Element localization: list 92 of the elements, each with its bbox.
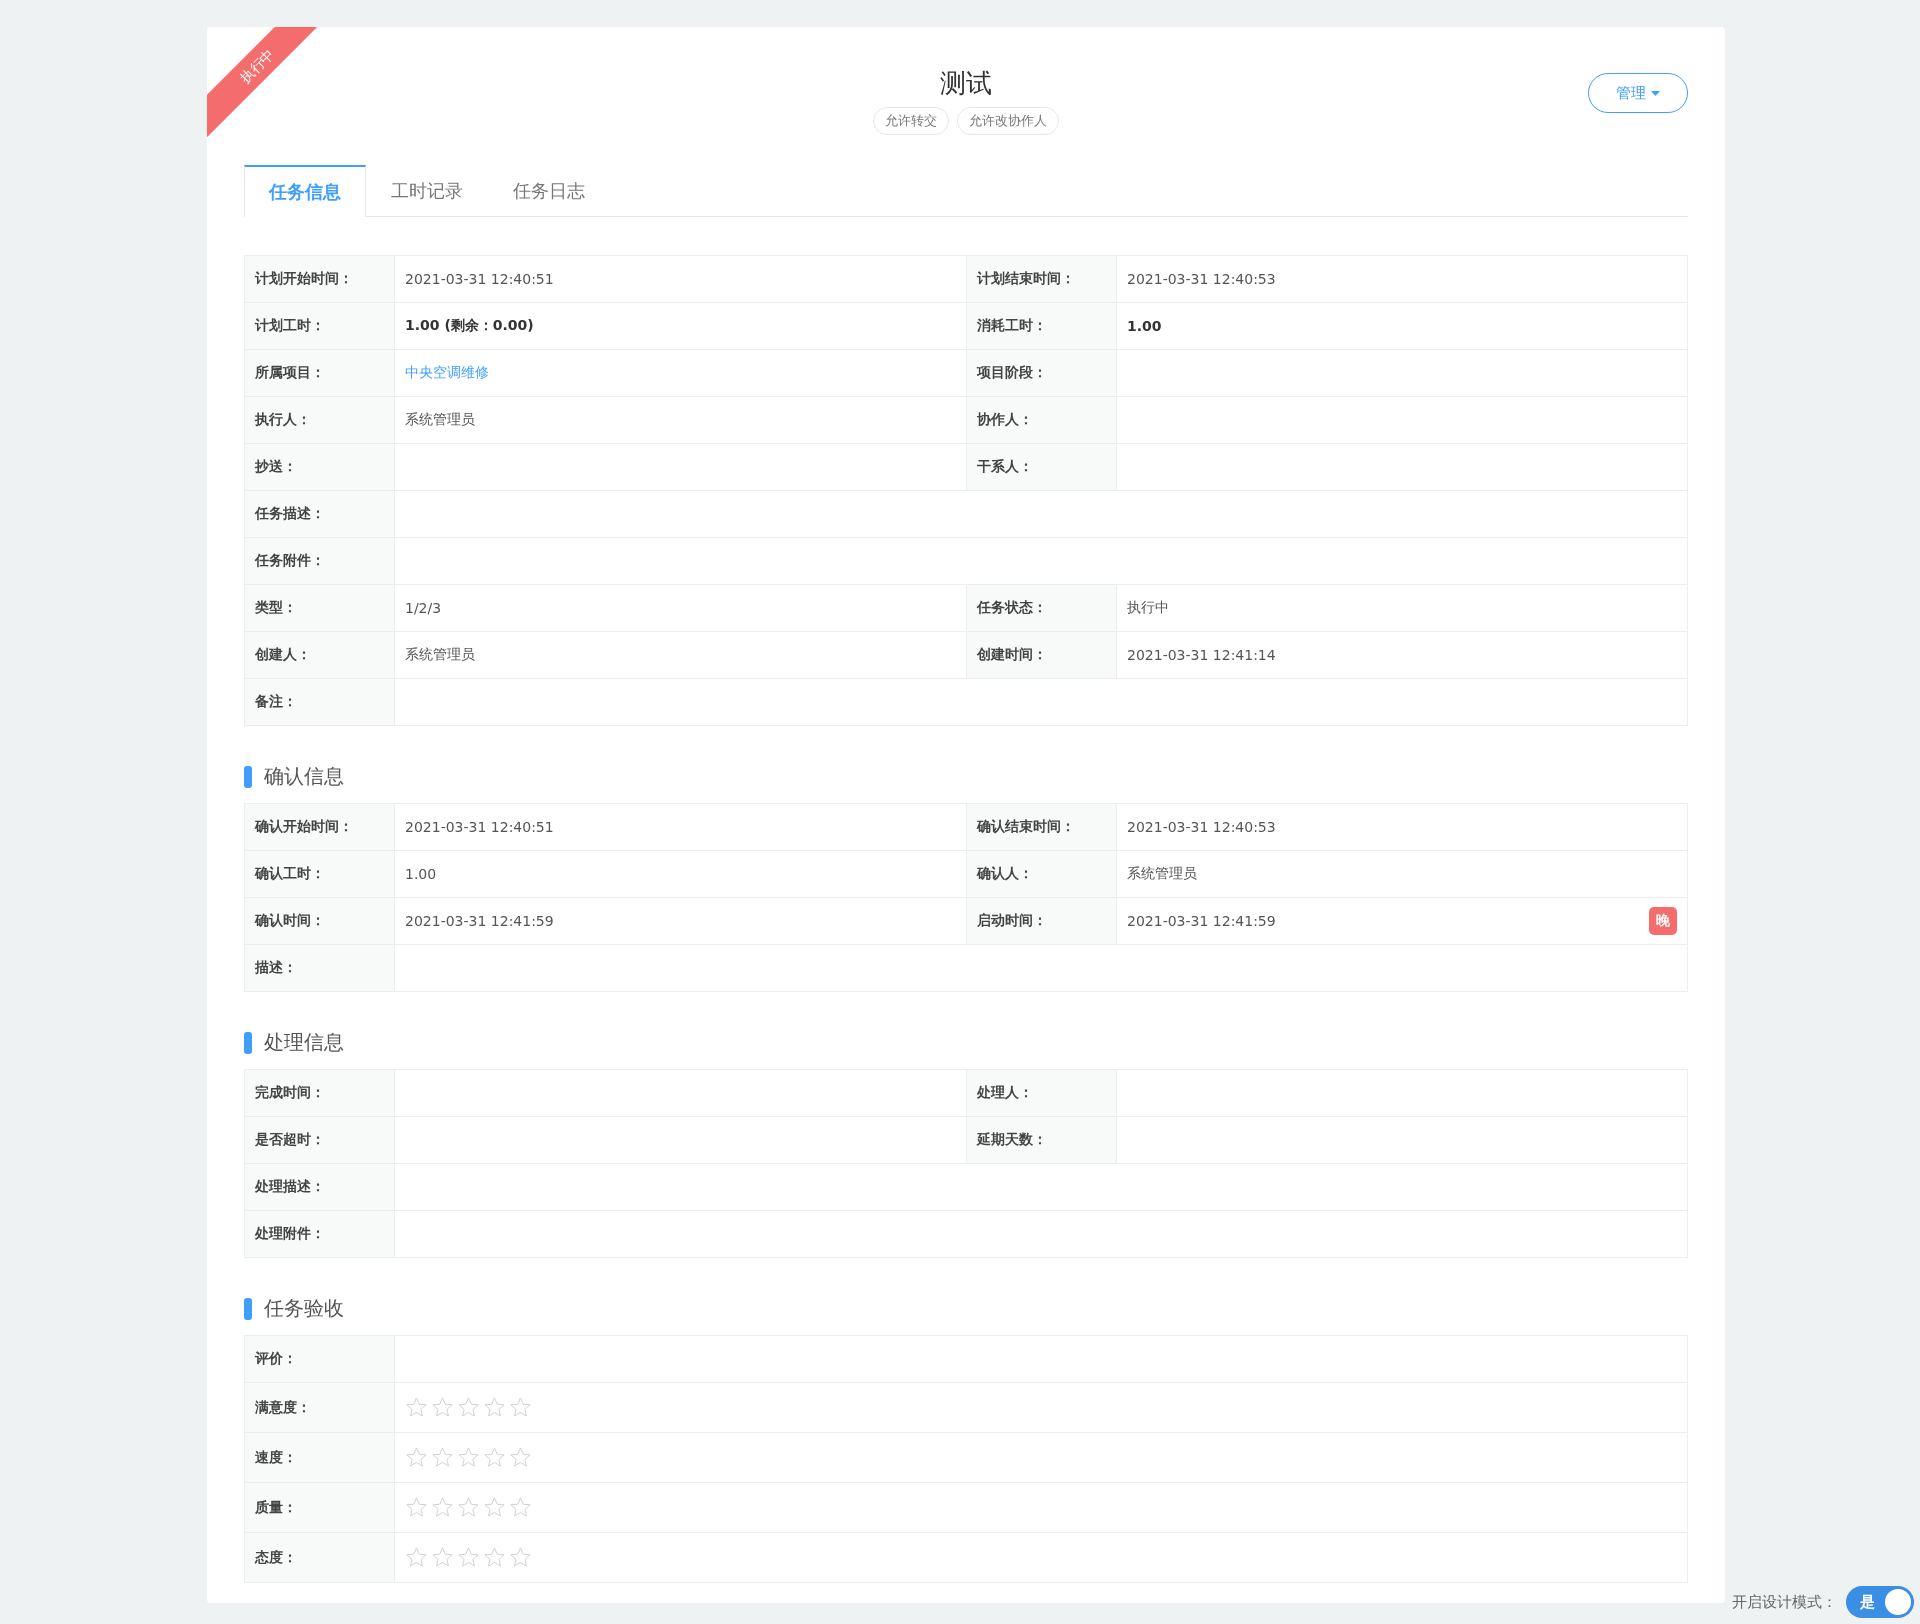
field-label: 是否超时： [255,1131,325,1149]
section-title: 任务验收 [264,1295,344,1322]
field-value: 1.00 [405,866,437,882]
section-marker [244,1031,252,1054]
star-icon[interactable] [483,1496,506,1519]
star-icon[interactable] [431,1396,454,1419]
section-title: 确认信息 [264,763,344,790]
star-icon[interactable] [405,1396,428,1419]
star-icon[interactable] [509,1496,532,1519]
field-label: 抄送： [255,458,297,476]
star-icon[interactable] [405,1496,428,1519]
field-label: 计划结束时间： [977,270,1075,288]
field-value: 2021-03-31 12:40:51 [405,819,554,835]
field-label: 消耗工时： [977,317,1047,335]
field-label: 处理描述： [255,1178,325,1196]
field-label: 干系人： [977,458,1033,476]
design-mode-label: 开启设计模式： [1732,1592,1837,1612]
field-label: 所属项目： [255,364,325,382]
star-rating[interactable] [405,1496,532,1519]
star-icon[interactable] [509,1546,532,1569]
field-value: 1.00 [1127,318,1162,334]
field-value: 系统管理员 [1127,865,1197,883]
caret-icon [1651,90,1660,96]
field-label: 满意度： [255,1398,311,1417]
field-label: 确认结束时间： [977,818,1075,836]
manage-button[interactable]: 管理 [1588,73,1688,113]
field-label: 项目阶段： [977,364,1047,382]
field-value: 1.00 (剩余：0.00) [405,317,534,335]
field-label: 速度： [255,1448,297,1467]
field-label: 完成时间： [255,1084,325,1102]
star-icon[interactable] [457,1546,480,1569]
field-label: 确认开始时间： [255,818,353,836]
field-value: 执行中 [1127,599,1169,617]
field-label: 描述： [255,959,297,977]
star-rating[interactable] [405,1446,532,1469]
field-label: 确认时间： [255,912,325,930]
field-label: 计划开始时间： [255,270,353,288]
star-icon[interactable] [483,1546,506,1569]
field-value: 系统管理员 [405,646,475,664]
star-icon[interactable] [431,1546,454,1569]
section-marker [244,765,252,788]
field-label: 质量： [255,1498,297,1517]
field-label: 启动时间： [977,912,1047,930]
field-value: 1/2/3 [405,600,442,616]
star-icon[interactable] [405,1546,428,1569]
field-label: 创建人： [255,646,311,664]
star-rating[interactable] [405,1396,532,1419]
field-label: 任务附件： [255,552,325,570]
project-link[interactable]: 中央空调维修 [405,364,489,382]
star-icon[interactable] [431,1446,454,1469]
star-icon[interactable] [457,1446,480,1469]
tab[interactable]: 工时记录 [366,165,488,216]
field-label: 评价： [255,1350,297,1368]
star-icon[interactable] [431,1496,454,1519]
permission-tag: 允许转交 [873,107,949,135]
field-label: 处理附件： [255,1225,325,1243]
field-label: 态度： [255,1548,297,1567]
field-value: 2021-03-31 12:41:59 [405,913,554,929]
field-label: 执行人： [255,411,311,429]
field-label: 类型： [255,599,297,617]
star-icon[interactable] [509,1446,532,1469]
task-title: 测试 [940,67,992,100]
field-label: 创建时间： [977,646,1047,664]
field-value: 2021-03-31 12:41:14 [1127,647,1276,663]
star-icon[interactable] [457,1496,480,1519]
field-label: 处理人： [977,1084,1033,1102]
field-label: 协作人： [977,411,1033,429]
field-label: 任务状态： [977,599,1047,617]
star-icon[interactable] [457,1396,480,1419]
field-value: 2021-03-31 12:40:53 [1127,271,1276,287]
field-label: 延期天数： [977,1131,1047,1149]
field-value: 系统管理员 [405,411,475,429]
field-label: 任务描述： [255,505,325,523]
permission-tag: 允许改协作人 [957,107,1059,135]
tab[interactable]: 任务信息 [244,165,366,217]
field-value: 2021-03-31 12:41:59 [1127,913,1276,929]
star-icon[interactable] [483,1446,506,1469]
section-marker [244,1297,252,1320]
star-icon[interactable] [405,1446,428,1469]
design-mode-switch[interactable]: 是 [1846,1586,1914,1618]
star-icon[interactable] [483,1396,506,1419]
late-badge: 晚 [1649,907,1677,935]
field-label: 确认人： [977,865,1033,883]
field-label: 备注： [255,693,297,711]
tab[interactable]: 任务日志 [488,165,610,216]
section-title: 处理信息 [264,1029,344,1056]
field-label: 计划工时： [255,317,325,335]
star-icon[interactable] [509,1396,532,1419]
field-value: 2021-03-31 12:40:53 [1127,819,1276,835]
field-label: 确认工时： [255,865,325,883]
star-rating[interactable] [405,1546,532,1569]
field-value: 2021-03-31 12:40:51 [405,271,554,287]
